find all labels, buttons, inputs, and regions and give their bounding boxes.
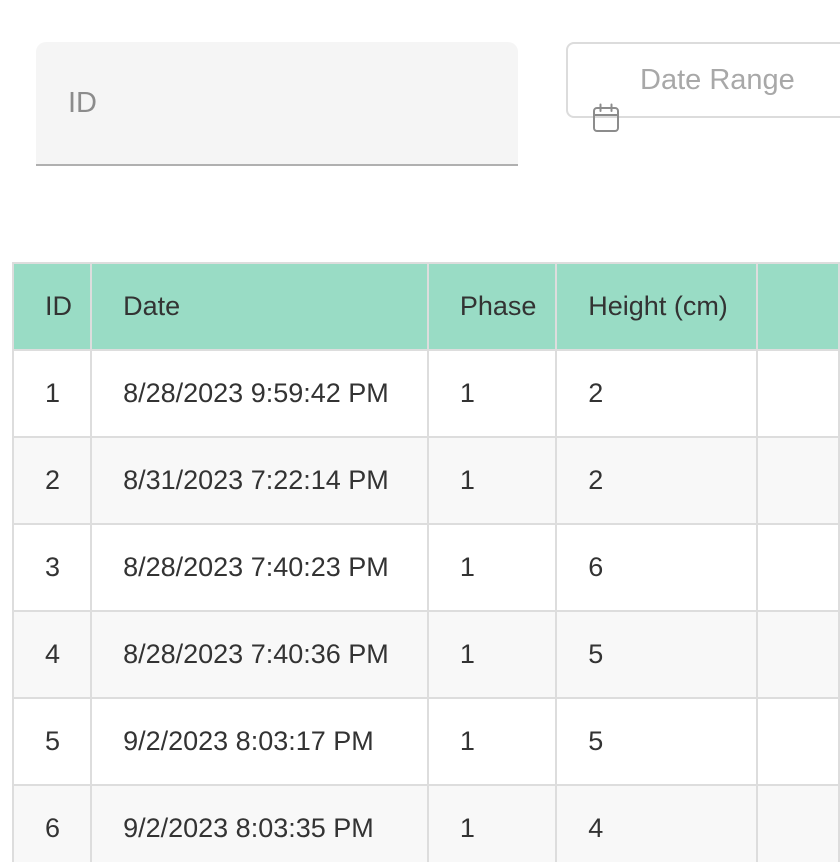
cell-id: 6 <box>11 784 93 862</box>
page: ID Date Phase Height (cm) 1 8/28/2023 9:… <box>0 0 840 862</box>
cell-height: 2 <box>555 349 758 438</box>
column-header-extra[interactable] <box>755 262 840 351</box>
cell-height: 5 <box>555 610 758 699</box>
cell-height: 5 <box>555 697 758 786</box>
column-header-phase[interactable]: Phase <box>426 262 558 351</box>
table-row[interactable]: 6 9/2/2023 8:03:35 PM 1 4 <box>11 784 840 862</box>
cell-id: 5 <box>11 697 93 786</box>
cell-id: 1 <box>11 349 93 438</box>
cell-phase: 1 <box>426 697 558 786</box>
column-header-id[interactable]: ID <box>11 262 93 351</box>
cell-date: 8/28/2023 7:40:36 PM <box>90 610 429 699</box>
cell-id: 3 <box>11 523 93 612</box>
calendar-icon[interactable] <box>592 103 620 133</box>
cell-extra <box>755 784 840 862</box>
cell-extra <box>755 436 840 525</box>
column-header-date[interactable]: Date <box>90 262 429 351</box>
cell-id: 2 <box>11 436 93 525</box>
cell-date: 8/28/2023 9:59:42 PM <box>90 349 429 438</box>
cell-id: 4 <box>11 610 93 699</box>
cell-phase: 1 <box>426 523 558 612</box>
table-header-row: ID Date Phase Height (cm) <box>11 262 840 351</box>
table-row[interactable]: 1 8/28/2023 9:59:42 PM 1 2 <box>11 349 840 438</box>
column-header-height[interactable]: Height (cm) <box>555 262 758 351</box>
cell-extra <box>755 523 840 612</box>
id-filter-field[interactable] <box>36 42 518 166</box>
cell-height: 6 <box>555 523 758 612</box>
cell-date: 9/2/2023 8:03:17 PM <box>90 697 429 786</box>
cell-height: 4 <box>555 784 758 862</box>
cell-phase: 1 <box>426 349 558 438</box>
id-filter-input[interactable] <box>36 42 518 164</box>
table-row[interactable]: 3 8/28/2023 7:40:23 PM 1 6 <box>11 523 840 612</box>
cell-phase: 1 <box>426 610 558 699</box>
cell-phase: 1 <box>426 436 558 525</box>
table-row[interactable]: 5 9/2/2023 8:03:17 PM 1 5 <box>11 697 840 786</box>
table-row[interactable]: 4 8/28/2023 7:40:36 PM 1 5 <box>11 610 840 699</box>
cell-extra <box>755 697 840 786</box>
cell-phase: 1 <box>426 784 558 862</box>
cell-date: 8/28/2023 7:40:23 PM <box>90 523 429 612</box>
cell-extra <box>755 349 840 438</box>
table-row[interactable]: 2 8/31/2023 7:22:14 PM 1 2 <box>11 436 840 525</box>
cell-extra <box>755 610 840 699</box>
cell-date: 8/31/2023 7:22:14 PM <box>90 436 429 525</box>
cell-date: 9/2/2023 8:03:35 PM <box>90 784 429 862</box>
data-table: ID Date Phase Height (cm) 1 8/28/2023 9:… <box>11 262 840 862</box>
cell-height: 2 <box>555 436 758 525</box>
